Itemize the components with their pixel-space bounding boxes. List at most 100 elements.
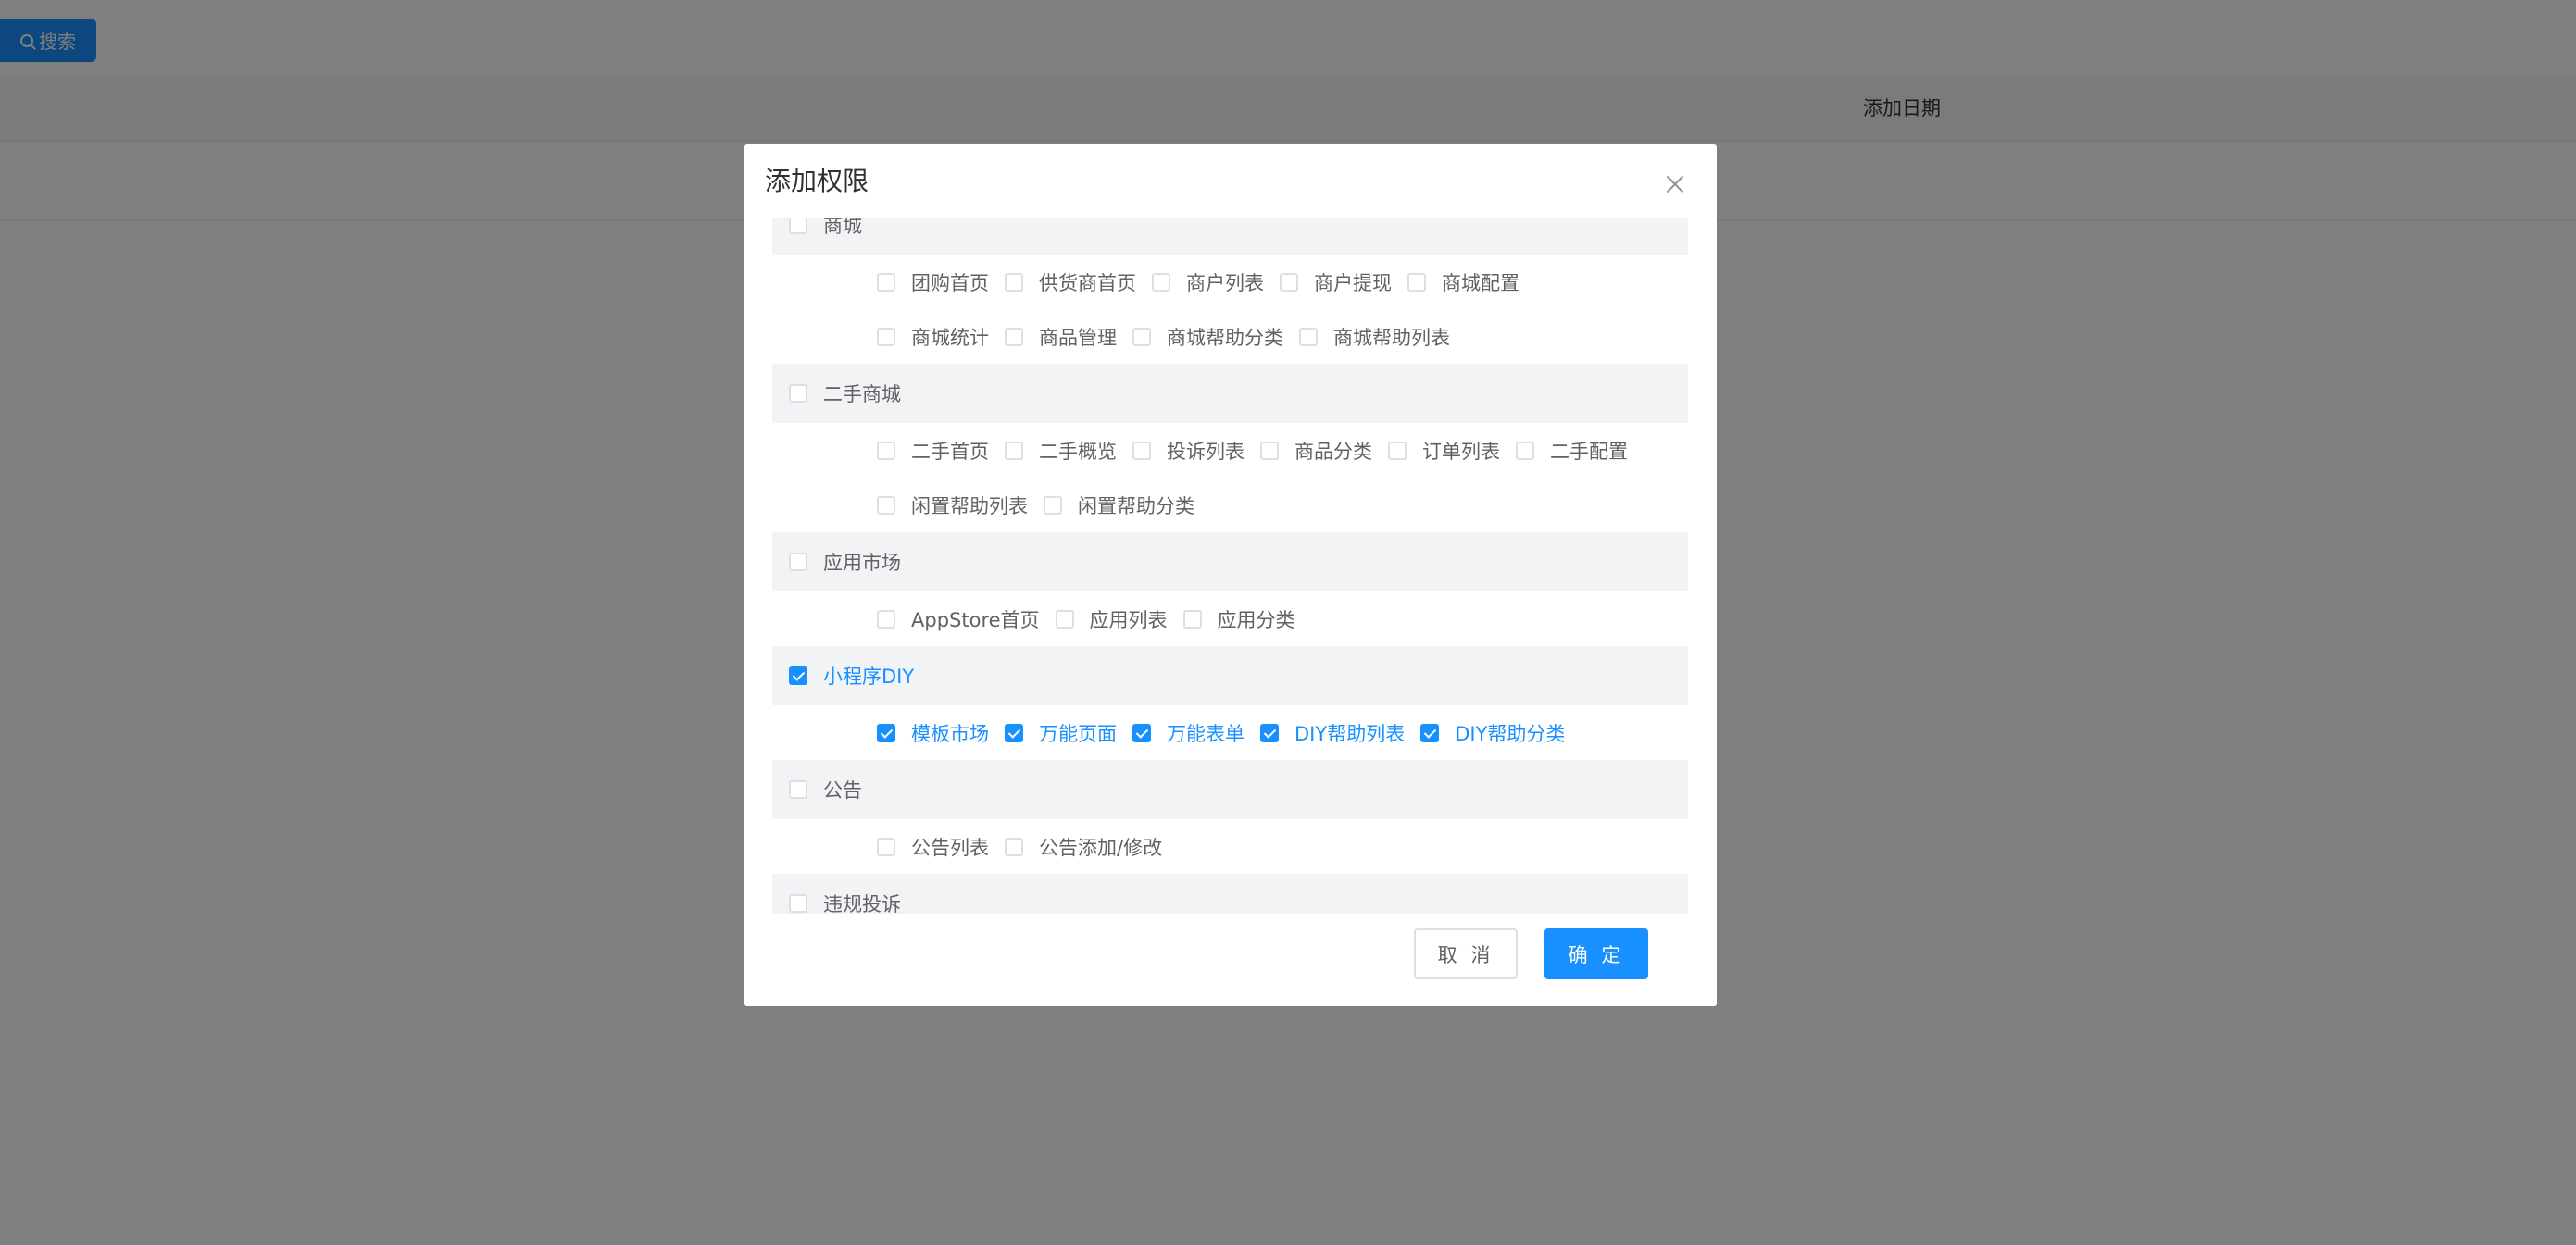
item-label: AppStore首页 [911, 608, 1040, 631]
item-checkbox[interactable] [877, 441, 895, 460]
item-checkbox[interactable] [1299, 327, 1318, 346]
item-checkbox[interactable] [1407, 272, 1426, 292]
item-label: 订单列表 [1422, 440, 1500, 463]
item-label: DIY帮助分类 [1455, 722, 1566, 745]
item-checkbox[interactable] [1132, 723, 1151, 742]
item-label: 应用列表 [1089, 608, 1168, 631]
permission-item[interactable]: 商城帮助分类 [1132, 323, 1283, 351]
item-checkbox[interactable] [877, 327, 895, 346]
page: 搜索 添加日期 添加权限 商城团购首页供货商首页商户列表商户提现商城配置商城统计… [0, 0, 2576, 1245]
confirm-button[interactable]: 确 定 [1544, 928, 1648, 979]
item-label: 万能表单 [1167, 722, 1244, 745]
item-checkbox[interactable] [1388, 441, 1407, 460]
close-icon[interactable] [1665, 174, 1685, 194]
cancel-button[interactable]: 取 消 [1414, 928, 1518, 979]
permission-group-header[interactable]: 商城 [772, 218, 1688, 255]
item-label: DIY帮助列表 [1294, 722, 1406, 745]
permission-item[interactable]: 商品分类 [1260, 437, 1372, 465]
group-label: 应用市场 [823, 552, 901, 574]
item-label: 商城帮助列表 [1333, 326, 1450, 349]
permission-group-items: 模板市场 万能页面 万能表单 DIY帮助列表 DIY帮助分类 [772, 705, 1688, 760]
item-checkbox[interactable] [1132, 327, 1151, 346]
permission-item[interactable]: AppStore首页 [877, 605, 1040, 633]
group-checkbox[interactable] [789, 780, 807, 799]
item-checkbox[interactable] [1005, 441, 1023, 460]
item-checkbox[interactable] [1005, 327, 1023, 346]
group-checkbox[interactable] [789, 384, 807, 403]
item-label: 二手配置 [1550, 440, 1628, 463]
permission-group-header[interactable]: 二手商城 [772, 364, 1688, 423]
item-checkbox[interactable] [1055, 609, 1074, 629]
permission-item[interactable]: 万能页面 [1005, 719, 1117, 747]
item-label: 商城帮助分类 [1167, 326, 1283, 349]
dialog-footer: 取 消 确 定 [744, 914, 1717, 1006]
item-label: 万能页面 [1039, 722, 1117, 745]
item-checkbox[interactable] [1005, 723, 1023, 742]
item-checkbox[interactable] [1152, 272, 1170, 292]
item-label: 闲置帮助列表 [911, 494, 1028, 517]
item-checkbox[interactable] [877, 837, 895, 856]
permission-item[interactable]: 应用分类 [1182, 605, 1295, 633]
add-permission-dialog: 添加权限 商城 团购首页 供货商首页 商户列表 商户提现 商城配置 商城统计 商品管理 商城帮助… [744, 144, 1717, 1006]
permission-item[interactable]: 闲置帮助列表 [877, 492, 1028, 519]
permission-item[interactable]: 商户列表 [1152, 268, 1264, 296]
group-checkbox[interactable] [789, 218, 807, 234]
item-label: 商品管理 [1039, 326, 1117, 349]
item-label: 供货商首页 [1039, 271, 1136, 294]
permission-tree-content: 商城团购首页 供货商首页 商户列表 商户提现 商城配置商城统计 商品管理 商城帮助分类 商城帮… [772, 218, 1688, 933]
group-checkbox[interactable] [789, 666, 807, 685]
item-checkbox[interactable] [1516, 441, 1534, 460]
permission-item[interactable]: DIY帮助分类 [1420, 719, 1565, 747]
permission-item[interactable]: 商城帮助列表 [1299, 323, 1450, 351]
permission-item[interactable]: 投诉列表 [1132, 437, 1244, 465]
permission-item[interactable]: 二手概览 [1005, 437, 1117, 465]
permission-item[interactable]: 应用列表 [1055, 605, 1168, 633]
item-checkbox[interactable] [1005, 272, 1023, 292]
item-checkbox[interactable] [877, 609, 895, 629]
permission-item[interactable]: 万能表单 [1132, 719, 1244, 747]
permission-item[interactable]: 闲置帮助分类 [1044, 492, 1194, 519]
permission-item-row: 模板市场 万能页面 万能表单 DIY帮助列表 DIY帮助分类 [877, 705, 1688, 760]
permission-item-row: 团购首页 供货商首页 商户列表 商户提现 商城配置 [877, 255, 1688, 309]
permission-item[interactable]: 二手首页 [877, 437, 989, 465]
group-checkbox[interactable] [789, 894, 807, 913]
group-label: 二手商城 [823, 383, 901, 405]
item-label: 团购首页 [911, 271, 989, 294]
item-checkbox[interactable] [1005, 837, 1023, 856]
permission-group-header[interactable]: 小程序DIY [772, 646, 1688, 705]
item-checkbox[interactable] [1280, 272, 1298, 292]
permission-item[interactable]: 商城配置 [1407, 268, 1519, 296]
permission-item-row: AppStore首页 应用列表 应用分类 [877, 591, 1688, 646]
group-label: 小程序DIY [823, 666, 915, 688]
permission-item[interactable]: 二手配置 [1516, 437, 1628, 465]
permission-item[interactable]: 模板市场 [877, 719, 989, 747]
permission-group-header[interactable]: 公告 [772, 760, 1688, 819]
permission-item[interactable]: 商户提现 [1280, 268, 1392, 296]
item-label: 商户提现 [1314, 271, 1392, 294]
item-checkbox[interactable] [1260, 723, 1279, 742]
permission-item[interactable]: 商城统计 [877, 323, 989, 351]
item-checkbox[interactable] [877, 272, 895, 292]
permission-item[interactable]: 公告添加/修改 [1005, 833, 1162, 861]
permission-item-row: 商城统计 商品管理 商城帮助分类 商城帮助列表 [877, 309, 1688, 364]
permission-item[interactable]: 订单列表 [1388, 437, 1500, 465]
item-checkbox[interactable] [1044, 495, 1062, 515]
permission-item[interactable]: 商品管理 [1005, 323, 1117, 351]
item-label: 投诉列表 [1167, 440, 1244, 463]
item-checkbox[interactable] [1260, 441, 1279, 460]
item-label: 商户列表 [1186, 271, 1264, 294]
item-checkbox[interactable] [1182, 609, 1202, 629]
item-checkbox[interactable] [1132, 441, 1151, 460]
item-checkbox[interactable] [1420, 723, 1440, 742]
item-label: 应用分类 [1217, 608, 1295, 631]
item-checkbox[interactable] [877, 723, 895, 742]
permission-item-row: 公告列表 公告添加/修改 [877, 819, 1688, 874]
permission-item[interactable]: 供货商首页 [1005, 268, 1136, 296]
permission-item[interactable]: DIY帮助列表 [1260, 719, 1405, 747]
permission-group-header[interactable]: 应用市场 [772, 532, 1688, 591]
permission-group-items: 团购首页 供货商首页 商户列表 商户提现 商城配置商城统计 商品管理 商城帮助分类 商城帮助列… [772, 255, 1688, 364]
item-checkbox[interactable] [877, 495, 895, 515]
group-checkbox[interactable] [789, 553, 807, 571]
permission-item[interactable]: 团购首页 [877, 268, 989, 296]
permission-item[interactable]: 公告列表 [877, 833, 989, 861]
